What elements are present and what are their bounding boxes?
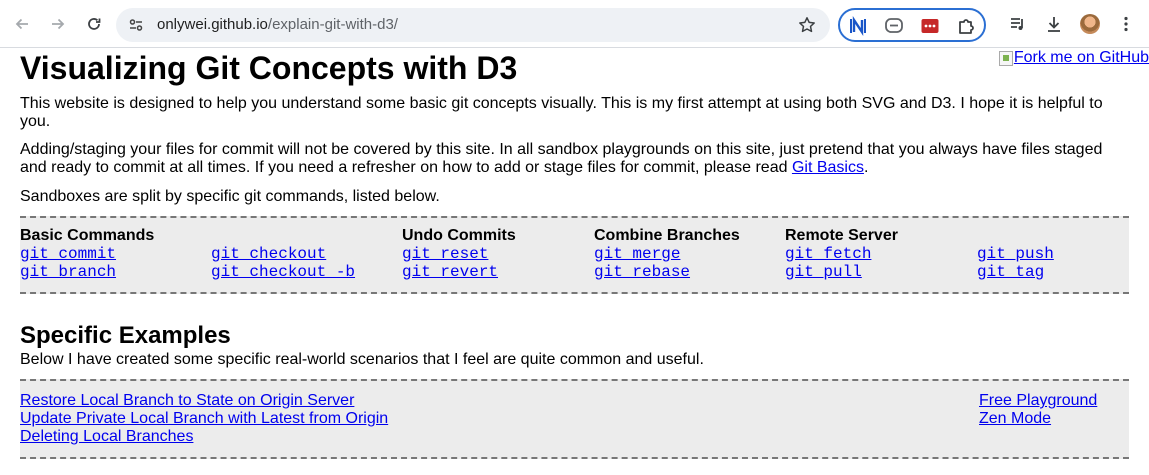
chat-extension-icon[interactable] <box>884 16 904 36</box>
forward-button[interactable] <box>44 10 72 38</box>
basic-commands-heading: Basic Commands <box>20 227 155 244</box>
git-reset-link[interactable]: git reset <box>402 245 593 263</box>
playground-list: Free Playground Zen Mode <box>979 392 1097 428</box>
n-extension-icon[interactable] <box>848 16 868 36</box>
update-private-branch-link[interactable]: Update Private Local Branch with Latest … <box>20 410 388 428</box>
staging-text-end: . <box>863 159 869 176</box>
git-checkout-link[interactable]: git checkout <box>211 245 402 263</box>
free-playground-link[interactable]: Free Playground <box>979 392 1097 410</box>
site-settings-icon[interactable] <box>128 17 144 33</box>
extensions-group <box>838 8 986 42</box>
examples-box: Restore Local Branch to State on Origin … <box>20 379 1129 459</box>
page-content: Fork me on GitHub Visualizing Git Concep… <box>0 48 1149 475</box>
back-button[interactable] <box>8 10 36 38</box>
address-bar[interactable]: onlywei.github.io/explain-git-with-d3/ <box>116 8 830 42</box>
commands-box: Basic Commands git commit git branch git… <box>20 216 1129 294</box>
remote-server-heading: Remote Server <box>785 227 898 244</box>
git-merge-link[interactable]: git merge <box>594 245 785 263</box>
zen-mode-link[interactable]: Zen Mode <box>979 410 1097 428</box>
avatar-image <box>1080 14 1100 34</box>
download-icon[interactable] <box>1043 13 1065 35</box>
undo-commits-heading: Undo Commits <box>402 227 516 244</box>
menu-kebab-icon[interactable] <box>1115 13 1137 35</box>
fork-me-on-github-link[interactable]: Fork me on GitHub <box>998 49 1149 67</box>
reading-list-icon[interactable] <box>1007 13 1029 35</box>
git-rebase-link[interactable]: git rebase <box>594 263 785 281</box>
basic-commands-column-2: git checkout git checkout -b <box>211 227 402 281</box>
basic-commands-column: Basic Commands git commit git branch <box>20 227 211 281</box>
reload-button[interactable] <box>80 10 108 38</box>
git-push-link[interactable]: git push <box>977 245 1149 263</box>
forward-arrow-icon <box>52 18 65 30</box>
git-commit-link[interactable]: git commit <box>20 245 211 263</box>
staging-paragraph: Adding/staging your files for commit wil… <box>20 141 1120 177</box>
red-extension-icon[interactable] <box>920 16 940 36</box>
combine-branches-heading: Combine Branches <box>594 227 740 244</box>
remote-server-column-2: git push git tag <box>977 227 1149 281</box>
url-host: onlywei.github.io <box>157 16 268 33</box>
git-tag-link[interactable]: git tag <box>977 263 1149 281</box>
git-checkout-b-link[interactable]: git checkout -b <box>211 263 402 281</box>
bookmark-star-icon[interactable] <box>798 16 816 34</box>
specific-examples-heading: Specific Examples <box>20 322 231 349</box>
intro-paragraph: This website is designed to help you und… <box>20 95 1103 130</box>
puzzle-extensions-icon[interactable] <box>956 16 976 36</box>
combine-branches-column: Combine Branches git merge git rebase <box>594 227 785 281</box>
git-basics-link[interactable]: Git Basics <box>792 159 864 176</box>
restore-local-branch-link[interactable]: Restore Local Branch to State on Origin … <box>20 392 388 410</box>
examples-list: Restore Local Branch to State on Origin … <box>20 392 388 446</box>
browser-toolbar: onlywei.github.io/explain-git-with-d3/ <box>0 0 1149 48</box>
fork-link-text: Fork me on GitHub <box>1013 49 1149 66</box>
back-arrow-icon <box>15 18 28 30</box>
staging-text: Adding/staging your files for commit wil… <box>20 141 1103 176</box>
sandboxes-paragraph: Sandboxes are split by specific git comm… <box>20 188 440 205</box>
git-fetch-link[interactable]: git fetch <box>785 245 976 263</box>
url-text[interactable]: onlywei.github.io/explain-git-with-d3/ <box>157 16 398 34</box>
url-path: /explain-git-with-d3/ <box>267 16 398 33</box>
page-title: Visualizing Git Concepts with D3 <box>20 50 518 86</box>
broken-image-icon <box>998 50 1013 66</box>
git-revert-link[interactable]: git revert <box>402 263 593 281</box>
remote-server-column: Remote Server git fetch git pull <box>785 227 976 281</box>
reload-icon <box>88 18 101 30</box>
git-branch-link[interactable]: git branch <box>20 263 211 281</box>
git-pull-link[interactable]: git pull <box>785 263 976 281</box>
undo-commits-column: Undo Commits git reset git revert <box>402 227 593 281</box>
deleting-local-branches-link[interactable]: Deleting Local Branches <box>20 428 388 446</box>
examples-intro: Below I have created some specific real-… <box>20 351 704 368</box>
profile-avatar[interactable] <box>1079 13 1101 35</box>
